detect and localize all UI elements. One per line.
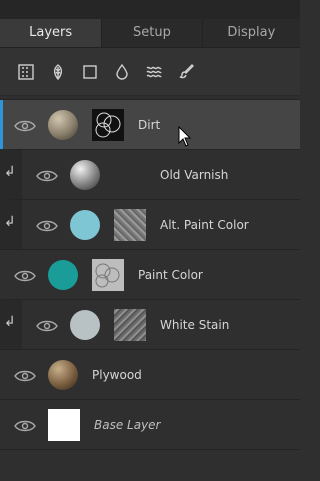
layer-old-varnish[interactable]: ↲ Old Varnish xyxy=(0,149,300,199)
layer-alt-paint-color[interactable]: ↲ Alt. Paint Color xyxy=(0,199,300,249)
layer-base[interactable]: Base Layer xyxy=(0,399,300,449)
layer-plywood[interactable]: Plywood xyxy=(0,349,300,399)
material-thumbnail xyxy=(70,159,100,190)
clip-arrow-icon: ↲ xyxy=(4,164,16,180)
drop-icon[interactable] xyxy=(112,62,132,82)
mask-thumbnail[interactable] xyxy=(92,258,124,291)
mask-thumbnail[interactable] xyxy=(114,308,146,341)
layer-label: Alt. Paint Color xyxy=(160,217,249,232)
title-strip xyxy=(0,0,300,19)
tab-setup[interactable]: Setup xyxy=(102,19,203,47)
leaf-icon[interactable] xyxy=(48,62,68,82)
layer-label: Old Varnish xyxy=(160,167,229,182)
layer-label: Plywood xyxy=(92,367,142,382)
layer-dirt[interactable]: Dirt xyxy=(0,99,300,149)
eye-icon[interactable] xyxy=(36,218,58,232)
eye-icon[interactable] xyxy=(14,368,36,382)
material-thumbnail xyxy=(70,209,100,240)
panel-tabs: Layers Setup Display xyxy=(0,19,300,48)
mask-thumbnail[interactable] xyxy=(114,208,146,241)
material-thumbnail xyxy=(70,309,100,340)
tab-layers[interactable]: Layers xyxy=(0,19,103,47)
eye-icon[interactable] xyxy=(14,418,36,432)
layer-white-stain[interactable]: ↲ White Stain xyxy=(0,299,300,349)
eye-icon[interactable] xyxy=(36,318,58,332)
mask-thumbnail[interactable] xyxy=(92,108,124,141)
waves-icon[interactable] xyxy=(144,62,164,82)
layer-label: Dirt xyxy=(138,117,161,132)
tab-display[interactable]: Display xyxy=(203,19,300,47)
material-thumbnail xyxy=(48,109,78,140)
layer-toolbar xyxy=(0,48,300,96)
eye-icon[interactable] xyxy=(36,168,58,182)
layer-label: White Stain xyxy=(160,317,230,332)
mouse-cursor-icon xyxy=(178,126,192,147)
brush-icon[interactable] xyxy=(176,62,196,82)
square-icon[interactable] xyxy=(80,62,100,82)
layer-label: Base Layer xyxy=(94,417,161,432)
selection-accent xyxy=(0,100,3,149)
eye-icon[interactable] xyxy=(14,268,36,282)
material-thumbnail xyxy=(48,359,78,390)
clip-arrow-icon: ↲ xyxy=(4,214,16,230)
clip-arrow-icon: ↲ xyxy=(4,314,16,330)
material-thumbnail xyxy=(48,259,78,290)
grid-icon[interactable] xyxy=(16,62,36,82)
layer-label: Paint Color xyxy=(138,267,203,282)
eye-icon[interactable] xyxy=(14,118,36,132)
empty-area xyxy=(0,449,300,481)
material-thumbnail xyxy=(48,408,80,441)
layer-paint-color[interactable]: Paint Color xyxy=(0,249,300,299)
